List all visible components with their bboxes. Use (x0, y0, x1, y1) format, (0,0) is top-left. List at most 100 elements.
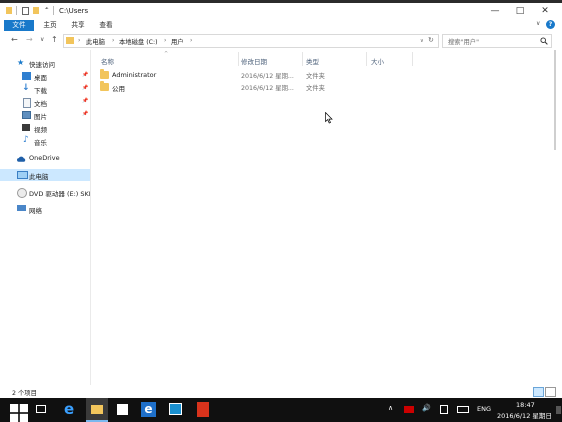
notification-icon[interactable] (556, 406, 561, 414)
document-icon (23, 98, 31, 108)
breadcrumb-separator: › (112, 37, 115, 44)
windows-start-icon[interactable] (10, 404, 28, 422)
pin-icon: 📌 (82, 72, 89, 78)
help-icon[interactable]: ? (546, 20, 555, 29)
table-row[interactable]: 公用 2016/6/12 星期... 文件夹 (98, 81, 398, 93)
taskbar: e e ∧ 🔊 ENG 18:47 2016/6/12 星期日 (0, 398, 562, 422)
tab-share[interactable]: 共享 (66, 20, 90, 31)
expand-ribbon-icon[interactable]: ∨ (536, 20, 540, 27)
folder-icon (6, 7, 12, 14)
status-bar: 2 个项目 (0, 385, 562, 398)
breadcrumb-separator: › (190, 37, 193, 44)
sidebar-item-label: 此电脑 (29, 173, 49, 181)
sort-arrow-icon: ^ (164, 51, 169, 57)
sidebar-item-videos[interactable]: 视频 (0, 122, 90, 134)
breadcrumb-separator: › (78, 37, 81, 44)
sidebar-item-network[interactable]: 网络 (0, 203, 90, 215)
properties-icon[interactable] (22, 7, 29, 15)
language-indicator[interactable]: ENG (477, 405, 491, 413)
row-type: 文件夹 (306, 85, 325, 92)
folder-icon (66, 37, 74, 44)
minimize-button[interactable]: — (483, 5, 507, 17)
back-button[interactable]: ← (11, 35, 18, 44)
row-type: 文件夹 (306, 73, 325, 80)
task-view-icon[interactable] (36, 405, 46, 413)
row-name: 公用 (112, 85, 125, 93)
item-count: 2 个项目 (12, 390, 37, 397)
sidebar-item-label: DVD 驱动器 (E:) SKF (29, 190, 90, 198)
breadcrumb-separator: › (164, 37, 167, 44)
ie-icon[interactable]: e (141, 402, 156, 417)
search-icon[interactable] (540, 37, 548, 45)
volume-icon[interactable]: 🔊 (422, 404, 431, 412)
forward-button[interactable]: → (26, 35, 33, 44)
breadcrumb-users[interactable]: 用户 (171, 37, 184, 46)
new-folder-icon[interactable] (33, 7, 39, 14)
sidebar-item-onedrive[interactable]: OneDrive (0, 152, 90, 164)
store-icon[interactable] (117, 404, 128, 415)
cloud-icon (17, 156, 26, 162)
customize-qa-icon[interactable]: ⩡ (45, 5, 52, 12)
breadcrumb-this-pc[interactable]: 此电脑 (86, 37, 105, 46)
search-box[interactable]: 搜索"用户" (442, 34, 552, 48)
sidebar-item-pictures[interactable]: 图片 📌 (0, 109, 90, 121)
tab-view[interactable]: 查看 (94, 20, 118, 31)
computer-icon (17, 171, 28, 179)
sidebar-item-music[interactable]: ♪ 音乐 (0, 135, 90, 147)
security-icon[interactable] (404, 406, 414, 413)
column-header-date[interactable]: 修改日期 (241, 56, 267, 66)
star-icon: ★ (17, 58, 25, 67)
table-row[interactable]: Administrator 2016/6/12 星期... 文件夹 (98, 69, 398, 81)
desktop-icon (22, 72, 31, 80)
maximize-button[interactable]: □ (508, 5, 532, 17)
clock-time[interactable]: 18:47 (516, 401, 535, 409)
column-divider[interactable] (238, 52, 239, 66)
edge-icon[interactable]: e (64, 400, 82, 418)
sidebar-item-label: 桌面 (34, 74, 47, 82)
network-icon (17, 205, 26, 211)
row-date: 2016/6/12 星期... (241, 73, 294, 80)
sidebar-item-dvd-drive[interactable]: DVD 驱动器 (E:) SKF (0, 186, 90, 198)
sidebar-item-documents[interactable]: 文档 📌 (0, 96, 90, 108)
media-icon[interactable] (169, 403, 182, 415)
details-view-button[interactable] (533, 387, 544, 397)
row-date: 2016/6/12 星期... (241, 85, 294, 92)
search-input[interactable]: 搜索"用户" (448, 37, 479, 46)
sidebar-item-label: 网络 (29, 207, 42, 215)
sidebar-item-label: 图片 (34, 113, 47, 121)
sidebar-item-label: 下载 (34, 87, 47, 95)
keyboard-icon[interactable] (457, 406, 469, 413)
show-hidden-icons[interactable]: ∧ (388, 404, 393, 412)
column-divider[interactable] (302, 52, 303, 66)
column-header-size[interactable]: 大小 (371, 56, 384, 66)
sidebar-item-desktop[interactable]: 桌面 📌 (0, 70, 90, 82)
column-divider[interactable] (366, 52, 367, 66)
breadcrumb-local-disk[interactable]: 本地磁盘 (C:) (119, 37, 158, 46)
sidebar-item-label: 文档 (34, 100, 47, 108)
column-header-name[interactable]: 名称 (101, 56, 114, 66)
sidebar-item-label: OneDrive (29, 154, 60, 162)
refresh-icon[interactable]: ↻ (428, 36, 434, 44)
pictures-icon (22, 111, 31, 119)
sidebar-item-quick-access[interactable]: ★ 快速访问 (0, 57, 90, 69)
file-explorer-taskbar-button[interactable] (86, 398, 108, 422)
clock-date[interactable]: 2016/6/12 星期日 (497, 410, 552, 420)
column-header-type[interactable]: 类型 (306, 56, 319, 66)
tab-home[interactable]: 主页 (38, 20, 62, 31)
pin-icon: 📌 (82, 85, 89, 91)
address-bar[interactable]: › 此电脑 › 本地磁盘 (C:) › 用户 › ∨ ↻ (63, 34, 439, 48)
separator (16, 6, 17, 15)
separator (53, 6, 54, 15)
sidebar-item-this-pc[interactable]: 此电脑 (0, 169, 90, 181)
ribbon-tabs: 文件 主页 共享 查看 ∨ ? (0, 19, 562, 32)
app-icon[interactable] (197, 402, 209, 417)
address-dropdown-icon[interactable]: ∨ (420, 38, 424, 44)
network-tray-icon[interactable] (440, 405, 448, 414)
large-icons-view-button[interactable] (545, 387, 556, 397)
close-button[interactable]: ✕ (533, 5, 557, 17)
up-button[interactable]: ↑ (51, 35, 58, 44)
recent-locations-button[interactable]: ∨ (40, 36, 44, 43)
sidebar-item-downloads[interactable]: ↓ 下载 📌 (0, 83, 90, 95)
column-divider[interactable] (412, 52, 413, 66)
tab-file[interactable]: 文件 (4, 20, 34, 31)
